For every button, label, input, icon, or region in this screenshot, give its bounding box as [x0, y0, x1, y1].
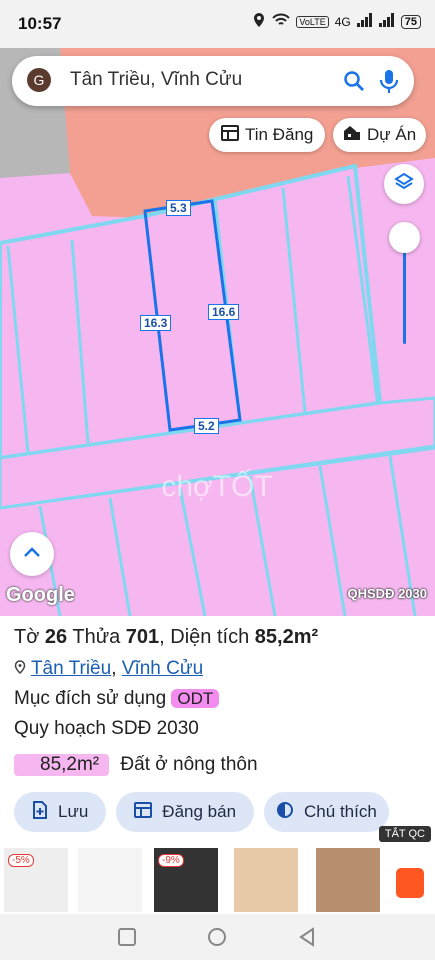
legend-button[interactable]: Chú thích: [264, 792, 389, 832]
action-bar: Lưu Đăng bán Chú thích: [14, 792, 389, 832]
sheet-number: 26: [44, 626, 68, 648]
plan-line: 85,2m² Đất ở nông thôn: [14, 754, 258, 776]
ward-link[interactable]: Tân Triều: [31, 658, 111, 679]
location-icon: [252, 12, 266, 31]
purpose-line: Mục đích sử dụng ODT: [14, 688, 220, 710]
mic-icon[interactable]: [378, 68, 400, 99]
du-an-chip[interactable]: Dự Án: [333, 118, 427, 152]
battery-icon: 75: [400, 14, 421, 29]
planning-layer-label: QHSDĐ 2030: [347, 586, 427, 601]
volte-badge: VoLTE: [296, 15, 329, 28]
plan-type: Đất ở nông thôn: [120, 754, 258, 775]
district-link[interactable]: Vĩnh Cửu: [122, 658, 203, 679]
save-label: Lưu: [58, 802, 89, 821]
save-button[interactable]: Lưu: [14, 792, 107, 832]
back-icon[interactable]: [298, 927, 316, 952]
layers-button[interactable]: [384, 164, 424, 204]
tin-dang-label: Tin Đăng: [245, 125, 314, 144]
avatar[interactable]: G: [27, 68, 51, 92]
building-icon: [343, 125, 361, 146]
legend-label: Chú thích: [304, 802, 377, 821]
post-sale-button[interactable]: Đăng bán: [116, 792, 255, 832]
discount-badge-3: -9%: [158, 854, 184, 867]
recents-icon[interactable]: [118, 928, 136, 951]
dimension-bottom: 5.2: [194, 418, 219, 434]
opacity-slider-track[interactable]: [403, 240, 406, 344]
listing-icon: [221, 124, 239, 146]
tin-dang-chip[interactable]: Tin Đăng: [209, 118, 326, 152]
parcel-title: Tờ 26 Thửa 701, Diện tích 85,2m²: [14, 626, 318, 649]
google-logo: Google: [6, 584, 75, 606]
save-icon: [32, 800, 48, 824]
comma: ,: [159, 626, 165, 648]
navigation-bar: [0, 914, 435, 960]
area-value: 85,2m²: [254, 626, 319, 648]
watermark: chợTỐT: [161, 469, 272, 503]
sheet-label: Tờ: [14, 626, 40, 648]
dimension-top: 5.3: [166, 200, 191, 216]
du-an-label: Dự Án: [367, 125, 417, 144]
ad-item-1[interactable]: -5%: [4, 848, 68, 912]
search-bar[interactable]: G Tân Triều, Vĩnh Cửu: [12, 56, 414, 106]
ad-item-3[interactable]: -9%: [154, 848, 218, 912]
chevron-up-icon: [23, 545, 41, 563]
ad-item-6[interactable]: [392, 848, 432, 912]
plan-area: 85,2m²: [14, 754, 110, 776]
signal-icon-2: [378, 13, 395, 30]
layers-icon: [393, 171, 415, 198]
ads-strip: -5% -9%: [0, 846, 435, 914]
dimension-left: 16.3: [140, 315, 172, 331]
pin-icon: [14, 658, 31, 679]
ad-item-4[interactable]: [234, 848, 298, 912]
location-line: Tân Triều, Vĩnh Cửu: [14, 658, 203, 680]
plan-label: Quy hoạch SDĐ 2030: [14, 718, 199, 739]
purpose-label: Mục đích sử dụng: [14, 688, 167, 709]
listing-grid-icon: [134, 801, 153, 823]
dimension-right: 16.6: [208, 304, 240, 320]
expand-button[interactable]: [10, 532, 54, 576]
contrast-icon: [276, 801, 294, 824]
ad-item-2[interactable]: [78, 848, 142, 912]
plot-label: Thửa: [72, 626, 121, 648]
status-time: 10:57: [18, 14, 62, 33]
purpose-badge: ODT: [171, 689, 220, 708]
signal-label: 4G: [334, 14, 351, 29]
ad-item-5[interactable]: [316, 848, 380, 912]
ad-image-5: [316, 848, 380, 912]
area-label: Diện tích: [170, 626, 250, 648]
ad-image-2: [78, 848, 142, 912]
location-comma: ,: [111, 658, 117, 679]
signal-icon: [356, 13, 373, 30]
wifi-icon: [272, 13, 291, 30]
opacity-slider-thumb[interactable]: [389, 222, 420, 253]
home-icon[interactable]: [207, 927, 227, 952]
discount-badge-1: -5%: [8, 854, 34, 867]
search-icon[interactable]: [342, 69, 366, 98]
plot-number: 701: [125, 626, 160, 648]
system-icons: VoLTE 4G 75: [252, 12, 421, 31]
shopee-icon: [396, 868, 424, 898]
status-bar: 10:57 VoLTE 4G 75: [0, 0, 435, 48]
close-ads-button[interactable]: TẮT QC: [378, 826, 431, 842]
post-sale-label: Đăng bán: [162, 802, 237, 821]
ad-image-4: [234, 848, 298, 912]
search-input[interactable]: Tân Triều, Vĩnh Cửu: [70, 69, 330, 91]
